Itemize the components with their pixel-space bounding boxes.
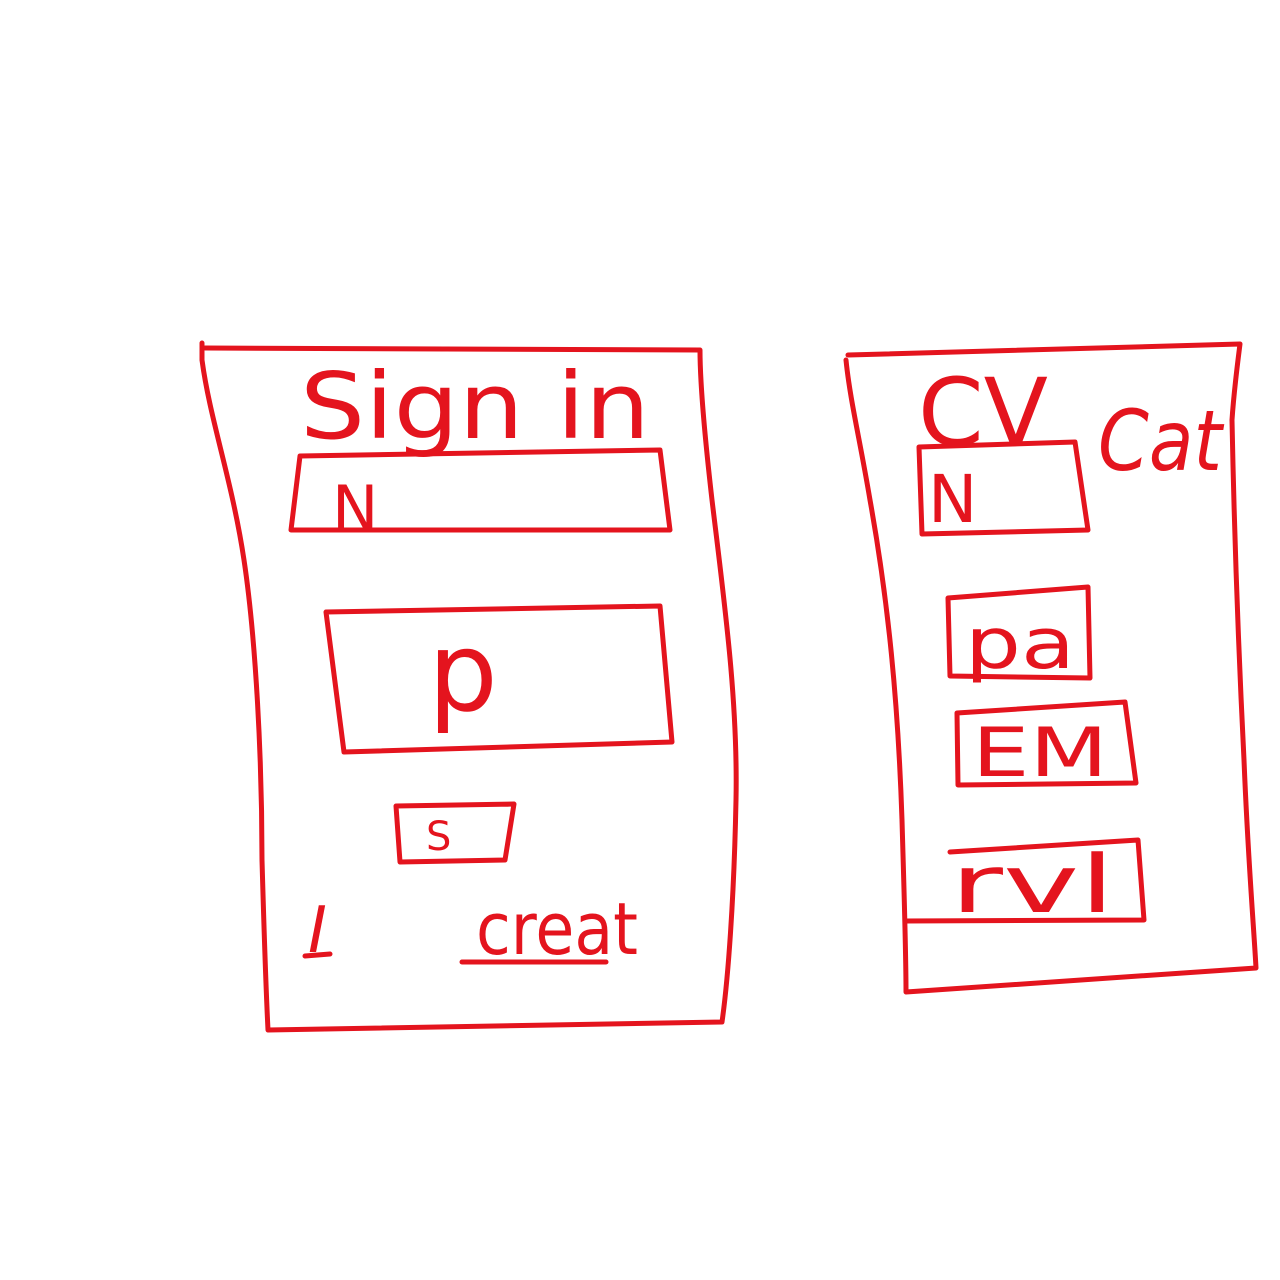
create-account-link[interactable]: creat <box>476 887 638 971</box>
signin-screen: Sign in N p S I creat <box>199 340 739 1033</box>
signin-submit-button[interactable]: S <box>393 801 517 865</box>
name-input-placeholder: N <box>332 472 378 545</box>
create-name-placeholder: N <box>928 461 977 538</box>
create-account-screen: CV Cat N pa EM rvl <box>843 341 1259 995</box>
signin-submit-label: S <box>426 814 451 860</box>
password-input-placeholder: p <box>428 608 498 736</box>
create-password-input[interactable]: pa <box>945 584 1093 685</box>
password-input[interactable]: p <box>323 603 675 755</box>
create-account-title: CV <box>918 359 1048 468</box>
create-submit-button[interactable]: rvl <box>902 837 1147 931</box>
signin-left-link-underline <box>302 951 333 959</box>
wireframe-canvas: Sign in N p S I creat CV Cat N pa EM rvl <box>199 340 1259 1033</box>
signin-title: Sign in <box>300 353 650 460</box>
name-input[interactable]: N <box>288 447 673 545</box>
create-password-placeholder: pa <box>965 603 1075 685</box>
create-email-input[interactable]: EM <box>954 699 1139 793</box>
create-account-side-note: Cat <box>1098 392 1225 490</box>
create-submit-label: rvl <box>950 838 1115 931</box>
create-email-placeholder: EM <box>972 714 1108 793</box>
